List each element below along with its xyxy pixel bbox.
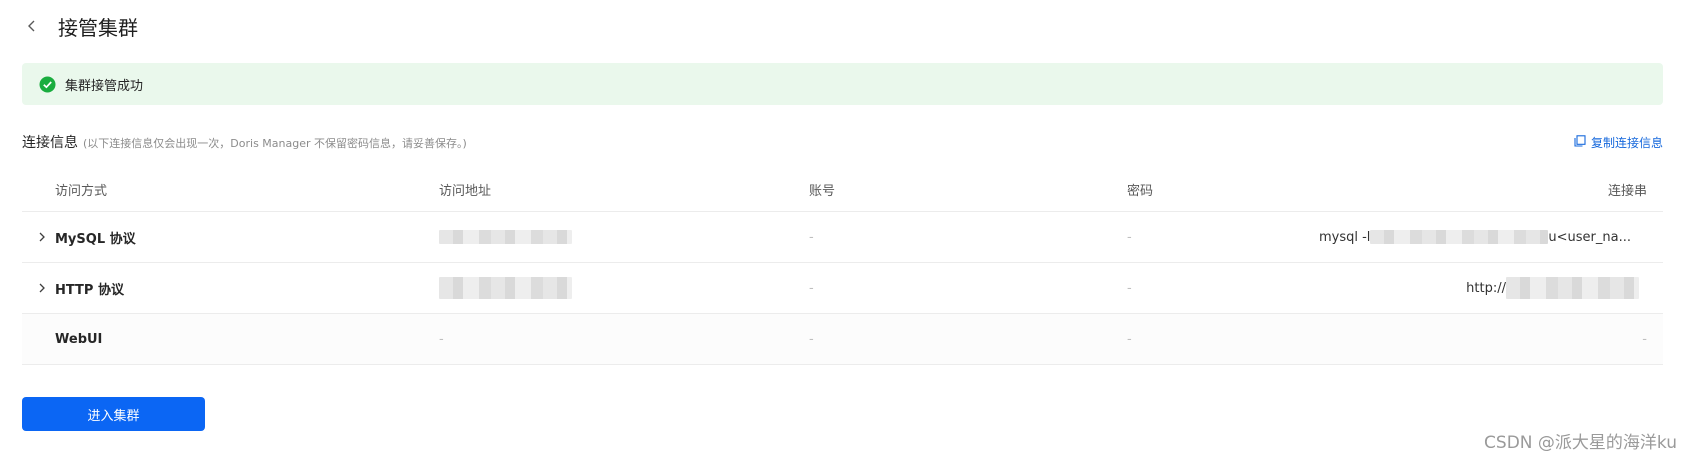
page-title: 接管集群 [58,15,138,40]
redacted-connection [1370,230,1549,244]
row-method: HTTP 协议 [55,282,124,298]
connection-info-header: 连接信息 (以下连接信息仅会出现一次，Doris Manager 不保留密码信息… [22,130,1663,154]
header-method: 访问方式 [55,184,108,199]
row-account: - [809,280,814,296]
row-account: - [809,229,814,245]
enter-cluster-button[interactable]: 进入集群 [22,397,205,431]
chevron-right-icon[interactable] [32,212,52,262]
alert-message: 集群接管成功 [65,78,144,94]
table-row[interactable]: MySQL 协议 - - mysql -l u<user_na... [22,212,1663,263]
header-connection-string: 连接串 [1607,184,1647,199]
conn-prefix: http:// [1466,280,1506,296]
row-method: WebUI [55,331,103,347]
row-address: - [439,331,444,347]
redacted-address [439,277,572,299]
copy-label: 复制连接信息 [1590,135,1663,150]
row-password: - [1127,229,1132,245]
section-title: 连接信息 [22,135,78,151]
redacted-connection [1506,277,1639,299]
row-password: - [1127,280,1132,296]
check-circle-icon [39,76,56,93]
row-address [439,212,572,262]
section-note: (以下连接信息仅会出现一次，Doris Manager 不保留密码信息，请妥善保… [83,137,467,150]
conn-suffix: u<user_na... [1548,229,1631,245]
table-header-row: 访问方式 访问地址 账号 密码 连接串 [22,168,1663,212]
row-connection-string: - [1642,331,1647,347]
copy-icon [1574,134,1591,150]
chevron-right-icon[interactable] [32,263,52,313]
chevron-left-icon[interactable] [22,16,42,36]
row-password: - [1127,331,1132,347]
watermark: CSDN @派大星的海洋ku [1484,433,1677,453]
table-row: WebUI - - - - [22,314,1663,365]
row-connection-string: mysql -l u<user_na... [1319,212,1631,262]
row-connection-string: http:// [1466,263,1639,313]
connection-table: 访问方式 访问地址 账号 密码 连接串 MySQL 协议 - - mysql -… [22,168,1663,365]
row-address [439,263,572,313]
table-row[interactable]: HTTP 协议 - - http:// [22,263,1663,314]
header-password: 密码 [1127,184,1154,199]
header-account: 账号 [809,184,836,199]
copy-connection-info-link[interactable]: 复制连接信息 [1574,134,1663,151]
row-method: MySQL 协议 [55,231,136,247]
row-account: - [809,331,814,347]
redacted-address [439,230,572,244]
header-address: 访问地址 [439,184,492,199]
success-alert: 集群接管成功 [22,63,1663,105]
conn-prefix: mysql -l [1318,229,1371,245]
page-header: 接管集群 [22,10,138,42]
